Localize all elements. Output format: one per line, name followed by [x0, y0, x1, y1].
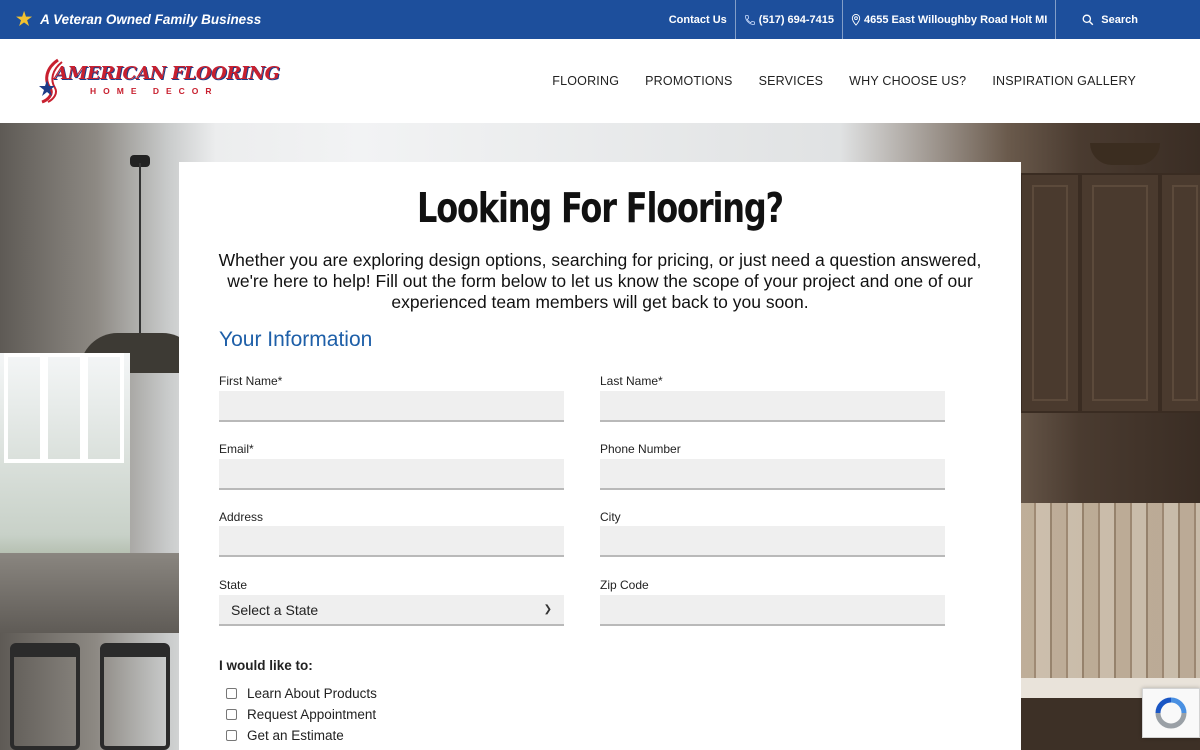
contact-us-label: Contact Us	[668, 13, 727, 26]
checkbox[interactable]	[226, 688, 237, 699]
phone-field[interactable]	[600, 459, 945, 490]
search-icon	[1082, 14, 1094, 25]
top-bar: ★ A Veteran Owned Family Business Contac…	[0, 0, 1200, 39]
checkbox-label: Get an Estimate	[247, 728, 344, 743]
address-link[interactable]: 4655 East Willoughby Road Holt MI	[842, 0, 1055, 39]
cabinet	[1020, 173, 1080, 413]
zip-field[interactable]	[600, 595, 945, 626]
search-label: Search	[1101, 13, 1138, 26]
site-logo[interactable]: AMERICAN FLOORING HOME DECOR	[38, 56, 280, 106]
form-title: Looking For Flooring?	[417, 184, 784, 232]
state-label: State	[219, 578, 248, 592]
checkbox[interactable]	[226, 709, 237, 720]
first-name-field[interactable]	[219, 391, 564, 422]
address-label: Address	[219, 510, 264, 524]
last-name-label: Last Name*	[600, 374, 663, 388]
bar-stool	[100, 643, 170, 750]
pendant-cord	[139, 163, 141, 333]
checks-title: I would like to:	[219, 658, 313, 673]
bar-stool	[10, 643, 80, 750]
chevron-down-icon: ❯	[543, 604, 552, 615]
nav-item-promotions[interactable]: PROMOTIONS	[645, 74, 732, 88]
kitchen-island	[0, 553, 200, 633]
decor-bowl	[1090, 143, 1160, 165]
tagline-text: A Veteran Owned Family Business	[40, 12, 262, 27]
contact-us-link[interactable]: Contact Us	[661, 0, 735, 39]
star-icon: ★	[16, 9, 33, 29]
state-select[interactable]: Select a State ❯	[219, 595, 564, 626]
address-field[interactable]	[219, 526, 564, 557]
logo-brand: AMERICAN FLOORING	[54, 63, 280, 84]
email-label: Email*	[219, 442, 254, 456]
top-links: Contact Us (517) 694-7415 4655 East Will…	[661, 0, 1200, 39]
cabinet	[1080, 173, 1160, 413]
recaptcha-badge[interactable]	[1142, 688, 1200, 738]
city-field[interactable]	[600, 526, 945, 557]
cabinet	[1160, 173, 1200, 413]
checkbox-learn-about-products[interactable]: Learn About Products	[226, 686, 377, 701]
tagline: ★ A Veteran Owned Family Business	[16, 0, 261, 39]
state-select-value: Select a State	[231, 601, 319, 618]
checkbox-label: Request Appointment	[247, 707, 377, 722]
phone-icon	[744, 14, 755, 25]
recaptcha-icon	[1155, 697, 1187, 729]
checkbox-get-an-estimate[interactable]: Get an Estimate	[226, 728, 344, 743]
map-pin-icon	[851, 13, 861, 26]
checkbox[interactable]	[226, 730, 237, 741]
site-header: AMERICAN FLOORING HOME DECOR FLOORING PR…	[0, 39, 1200, 123]
contact-form-card: Looking For Flooring? Whether you are ex…	[179, 162, 1021, 750]
form-intro: Whether you are exploring design options…	[218, 250, 982, 312]
nav-item-flooring[interactable]: FLOORING	[552, 74, 619, 88]
logo-sub: HOME DECOR	[90, 86, 219, 96]
section-title: Your Information	[219, 328, 373, 351]
address-text: 4655 East Willoughby Road Holt MI	[864, 13, 1048, 26]
main-nav: FLOORING PROMOTIONS SERVICES WHY CHOOSE …	[526, 39, 1136, 123]
nav-item-why-choose-us[interactable]: WHY CHOOSE US?	[849, 74, 966, 88]
checkbox-label: Learn About Products	[247, 686, 377, 701]
last-name-field[interactable]	[600, 391, 945, 422]
tile-backsplash	[1020, 503, 1200, 683]
phone-link[interactable]: (517) 694-7415	[734, 0, 842, 39]
first-name-label: First Name*	[219, 374, 283, 388]
email-field[interactable]	[219, 459, 564, 490]
nav-item-services[interactable]: SERVICES	[759, 74, 824, 88]
checkbox-request-appointment[interactable]: Request Appointment	[226, 707, 376, 722]
phone-label: Phone Number	[600, 442, 681, 456]
city-label: City	[600, 510, 621, 524]
zip-label: Zip Code	[600, 578, 649, 592]
nav-item-inspiration-gallery[interactable]: INSPIRATION GALLERY	[992, 74, 1136, 88]
search-button[interactable]: Search	[1055, 0, 1200, 39]
phone-number: (517) 694-7415	[758, 13, 835, 26]
